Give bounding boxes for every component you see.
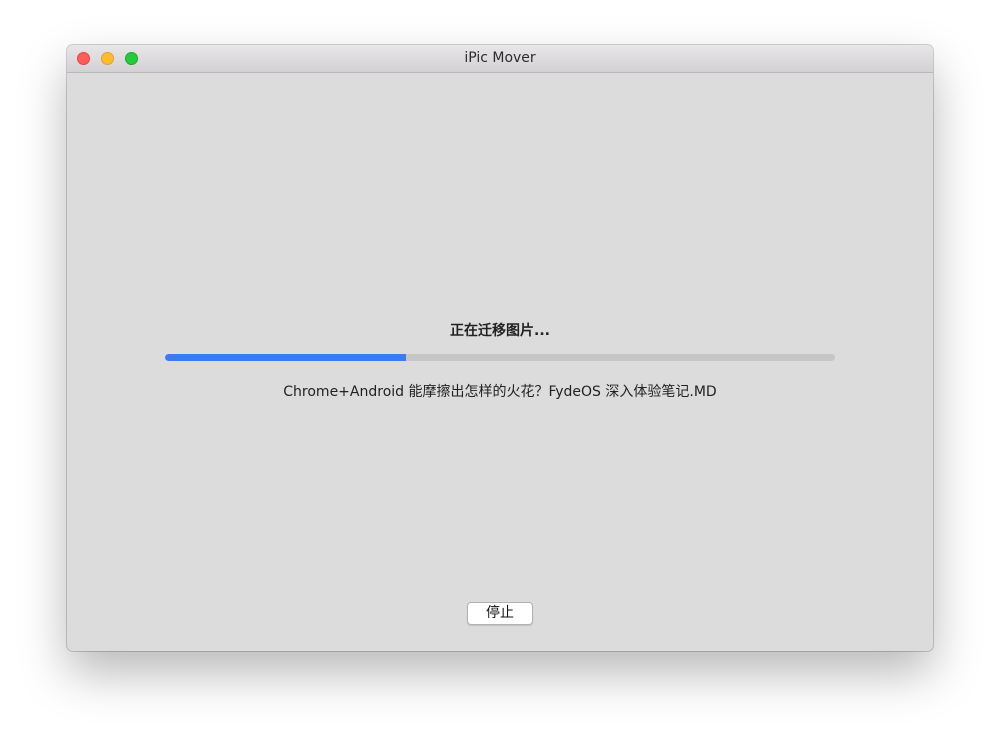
window-title: iPic Mover bbox=[464, 50, 536, 66]
title-bar[interactable]: iPic Mover bbox=[67, 45, 933, 73]
current-file-name: Chrome+Android 能摩擦出怎样的火花？FydeOS 深入体验笔记.M… bbox=[283, 384, 717, 400]
stop-button[interactable]: 停止 bbox=[467, 602, 533, 625]
app-window: iPic Mover 正在迁移图片... Chrome+Android 能摩擦出… bbox=[67, 45, 933, 651]
migration-progress-fill bbox=[165, 354, 407, 361]
migration-progress-bar bbox=[165, 354, 835, 361]
migration-status-text: 正在迁移图片... bbox=[450, 323, 550, 339]
